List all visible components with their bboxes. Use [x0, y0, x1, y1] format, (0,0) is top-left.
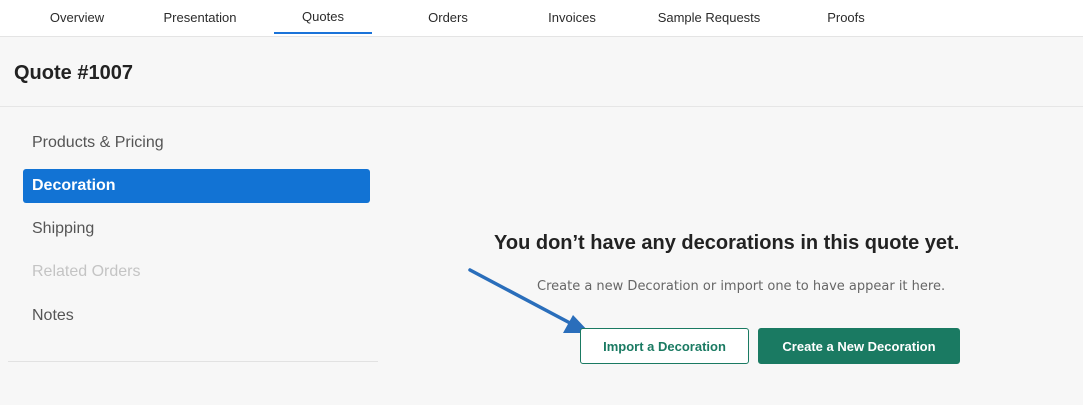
create-decoration-button[interactable]: Create a New Decoration [758, 328, 960, 364]
import-decoration-button[interactable]: Import a Decoration [580, 328, 749, 364]
